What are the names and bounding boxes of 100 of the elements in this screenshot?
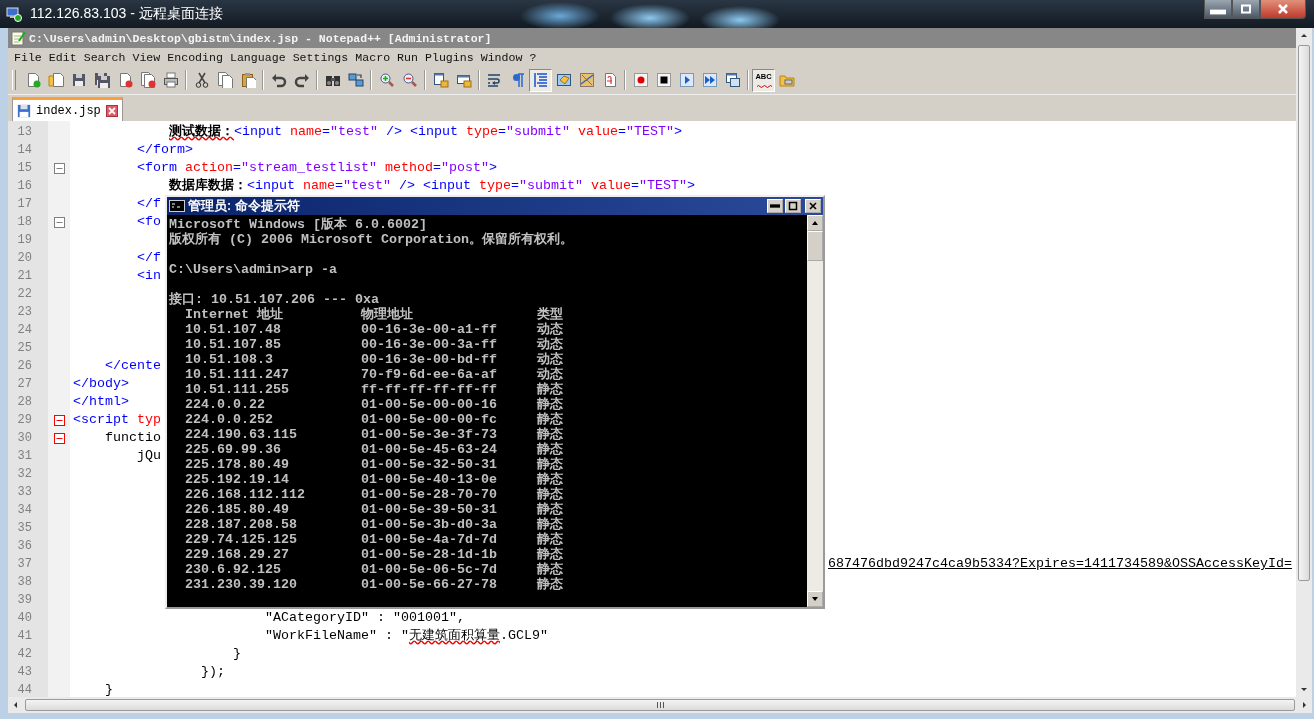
menu-item[interactable]: Macro [355, 50, 391, 64]
line-number: 31 [16, 448, 33, 465]
redo-arrow-icon [293, 72, 310, 88]
mac-address: 00-16-3e-00-3a-ff [361, 337, 498, 352]
mac-address: 01-00-5e-3e-3f-73 [361, 427, 498, 442]
mac-address: 01-00-5e-28-1d-1b [361, 547, 498, 562]
collapse-icon[interactable] [53, 162, 65, 174]
record-icon [632, 72, 649, 88]
menu-item[interactable]: Run [397, 50, 418, 64]
line-number: 24 [16, 322, 33, 339]
close-icon [1275, 4, 1291, 14]
maximize-icon [1238, 4, 1254, 14]
code-line: functio [104, 429, 161, 447]
column-header: 物理地址 [361, 307, 414, 322]
scrollbar[interactable] [807, 215, 823, 607]
minimize-button[interactable] [1204, 0, 1232, 19]
entry-type: 动态 [537, 352, 564, 367]
menu-item[interactable]: Settings [292, 50, 349, 64]
console-text: Microsoft Windows [版本 6.0.6002] [169, 217, 428, 232]
windows-lock-icon [455, 72, 472, 88]
scrollbar[interactable] [8, 697, 1312, 713]
menu-item[interactable]: Edit [48, 50, 77, 64]
line-number: 27 [16, 376, 33, 393]
scroll-thumb[interactable] [1298, 45, 1310, 581]
column-header: Internet 地址 [185, 307, 284, 322]
line-number: 37 [16, 556, 33, 573]
column-header: 类型 [537, 307, 564, 322]
code-line: } [104, 681, 113, 697]
entry-type: 静态 [537, 472, 564, 487]
entry-type: 静态 [537, 577, 564, 592]
collapse-icon[interactable] [53, 432, 65, 444]
mac-address: 01-00-5e-66-27-78 [361, 577, 498, 592]
ip-address: 225.178.80.49 [185, 457, 290, 472]
line-number: 33 [16, 484, 33, 501]
entry-type: 静态 [537, 562, 564, 577]
scrollbar[interactable] [1296, 28, 1312, 697]
clipboard-icon [239, 72, 256, 88]
console-text: C:\Users\admin>arp -a [169, 262, 338, 277]
menu-item[interactable]: File [14, 50, 42, 64]
entry-type: 静态 [537, 397, 564, 412]
maximize-button[interactable] [1232, 0, 1260, 19]
console-icon [169, 200, 185, 212]
menu-item[interactable]: View [132, 50, 161, 64]
close-icon[interactable] [105, 104, 118, 117]
entry-type: 静态 [537, 532, 564, 547]
replace-icon [347, 72, 364, 88]
line-number: 23 [16, 304, 33, 321]
line-number: 32 [16, 466, 33, 483]
code-line: "ACategoryID" : "001001", [263, 609, 465, 627]
folder-icon [778, 72, 795, 88]
indent-guide-button[interactable] [529, 68, 552, 92]
line-number: 21 [16, 268, 33, 285]
entry-type: 静态 [537, 442, 564, 457]
entry-type: 静态 [537, 547, 564, 562]
floppy-disks-icon [93, 72, 110, 88]
mac-address: ff-ff-ff-ff-ff-ff [361, 382, 498, 397]
line-number: 38 [16, 574, 33, 591]
ip-address: 226.185.80.49 [185, 502, 290, 517]
menu-item[interactable]: Window [480, 50, 523, 64]
ip-address: 225.69.99.36 [185, 442, 282, 457]
ip-address: 10.51.107.48 [185, 322, 282, 337]
ip-address: 224.0.0.252 [185, 412, 274, 427]
entry-type: 静态 [537, 517, 564, 532]
scroll-thumb[interactable] [25, 699, 1295, 711]
code-line: </body> [73, 375, 129, 393]
windows-icon [724, 72, 741, 88]
file-tab[interactable]: index.jsp [12, 97, 123, 121]
entry-type: 动态 [537, 322, 564, 337]
close-button[interactable] [1260, 0, 1306, 19]
menu-item[interactable]: Plugins [424, 50, 474, 64]
mac-address: 01-00-5e-32-50-31 [361, 457, 498, 472]
ip-address: 228.187.208.58 [185, 517, 298, 532]
window-title: 112.126.83.103 - 远程桌面连接 [30, 5, 223, 23]
line-number: 22 [16, 286, 33, 303]
ip-address: 10.51.111.247 [185, 367, 290, 382]
line-number: 42 [16, 646, 33, 663]
minimize-icon [770, 201, 780, 211]
code-line: <script typ [73, 411, 161, 429]
remote-desktop-icon [6, 6, 22, 22]
menu-item[interactable]: Search [83, 50, 126, 64]
entry-type: 动态 [537, 367, 564, 382]
line-number: 25 [16, 340, 33, 357]
menu-item[interactable]: Language [229, 50, 286, 64]
mac-address: 01-00-5e-39-50-31 [361, 502, 498, 517]
console-text: 版权所有 (C) 2006 Microsoft Corporation。保留所有权利。 [169, 232, 574, 247]
line-number: 20 [16, 250, 33, 267]
mac-address: 01-00-5e-3b-d0-3a [361, 517, 498, 532]
menu-item[interactable]: ? [529, 50, 537, 64]
line-number: 26 [16, 358, 33, 375]
menu-item[interactable]: Encoding [167, 50, 223, 64]
entry-type: 静态 [537, 412, 564, 427]
line-number: 39 [16, 592, 33, 609]
collapse-icon[interactable] [53, 414, 65, 426]
mac-address: 00-16-3e-00-bd-ff [361, 352, 498, 367]
printer-icon [162, 72, 179, 88]
play-icon [678, 72, 695, 88]
url-text: 687476dbd9247c4ca9b5334?Expires=1411734589&OSSAccessKeyId= [828, 555, 1292, 573]
window-title: 管理员: 命令提示符 [188, 197, 300, 215]
documents-icon [139, 72, 156, 88]
collapse-icon[interactable] [53, 216, 65, 228]
